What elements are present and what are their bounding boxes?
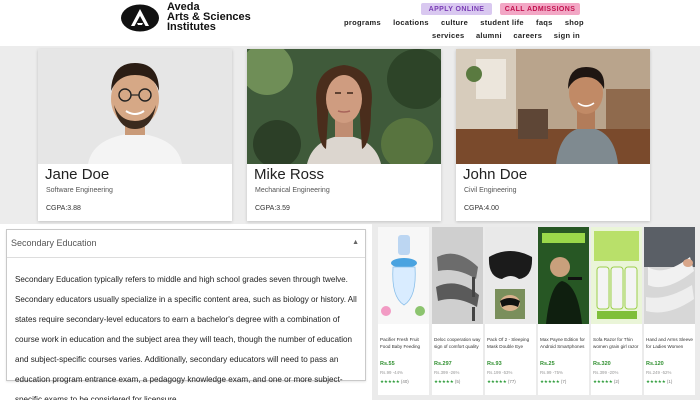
product-old-price: Rs.199 -53%	[487, 370, 513, 375]
rating-stars-icon: ★★★★★	[434, 379, 454, 384]
student-department: Software Engineering	[46, 187, 113, 194]
student-gpa: CGPA:4.00	[464, 205, 499, 212]
nav-sign-in[interactable]: sign in	[554, 31, 580, 40]
product-rating: ★★★★★ (7)	[540, 379, 566, 385]
student-gpa: CGPA:3.59	[255, 205, 290, 212]
nav-shop[interactable]: shop	[565, 18, 584, 27]
rating-count: (1)	[666, 379, 673, 384]
product-old-price: Rs.99 -44%	[380, 370, 403, 375]
product-rating: ★★★★★ (2)	[593, 379, 619, 385]
student-department: Mechanical Engineering	[255, 187, 330, 194]
aveda-logo-icon[interactable]	[120, 4, 160, 32]
accordion-body-text: Secondary Education typically refers to …	[15, 275, 357, 400]
student-photo	[456, 49, 650, 164]
product-price: Rs.93	[487, 361, 502, 367]
product-card[interactable]: Deloc cooperation way sign of comfort qu…	[432, 227, 483, 395]
brand-line-3: Institutes	[167, 21, 216, 33]
rating-count: (77)	[507, 379, 516, 384]
product-title: Pacifier Fresh Fruit Food Baby Feeding S…	[380, 337, 421, 349]
product-card[interactable]: Max Payne Edition for Android Smartphone…	[538, 227, 589, 395]
secondary-nav: services alumni careers sign in	[432, 31, 580, 40]
product-price: Rs.120	[646, 361, 664, 367]
rating-count: (7)	[560, 379, 567, 384]
caret-up-icon[interactable]: ▲	[352, 239, 359, 246]
product-rating: ★★★★★ (5)	[434, 379, 460, 385]
rating-count: (40)	[400, 379, 409, 384]
product-price: Rs.25	[540, 361, 555, 367]
student-photo	[247, 49, 441, 164]
student-name: John Doe	[463, 166, 528, 183]
secondary-education-accordion: Secondary Education ▲ Secondary Educatio…	[6, 229, 366, 400]
primary-nav: programs locations culture student life …	[344, 18, 584, 27]
student-card[interactable]: John Doe Civil Engineering CGPA:4.00	[456, 49, 650, 221]
site-header: Aveda Arts & Sciences Institutes APPLY O…	[0, 0, 700, 46]
apply-online-button[interactable]: APPLY ONLINE	[421, 3, 492, 15]
student-card[interactable]: Jane Doe Software Engineering CGPA:3.88	[38, 49, 232, 221]
product-card[interactable]: Hand and Arms Sleeve for Ladies Women Wa…	[644, 227, 695, 395]
product-rating: ★★★★★ (1)	[646, 379, 672, 385]
pacifier-product-image	[378, 227, 429, 324]
product-old-price: Rs.399 -26%	[434, 370, 460, 375]
product-card[interactable]: Pacifier Fresh Fruit Food Baby Feeding S…	[378, 227, 429, 395]
product-title: Deloc cooperation way sign of comfort qu…	[434, 337, 481, 349]
accordion-title: Secondary Education	[11, 238, 97, 248]
product-title: Sofa Razor for Thin women grain girl raz…	[593, 337, 639, 349]
nav-faqs[interactable]: faqs	[536, 18, 553, 27]
product-title: Max Payne Edition for Android Smartphone…	[540, 337, 585, 349]
student-photo	[38, 49, 232, 164]
product-card[interactable]: Pack Of 2 - Sleeping Mask Double Eye Sha…	[485, 227, 536, 395]
rating-stars-icon: ★★★★★	[593, 379, 613, 384]
heels-product-image	[432, 227, 483, 324]
game-product-image	[538, 227, 589, 324]
rating-stars-icon: ★★★★★	[380, 379, 400, 384]
arm-sleeves-product-image	[644, 227, 695, 324]
rating-stars-icon: ★★★★★	[646, 379, 666, 384]
nav-services[interactable]: services	[432, 31, 464, 40]
product-rating: ★★★★★ (40)	[380, 379, 409, 385]
rating-stars-icon: ★★★★★	[487, 379, 507, 384]
product-title: Hand and Arms Sleeve for Ladies Women Wa…	[646, 337, 693, 349]
nav-student-life[interactable]: student life	[480, 18, 524, 27]
student-department: Civil Engineering	[464, 187, 517, 194]
product-card[interactable]: Sofa Razor for Thin women grain girl raz…	[591, 227, 642, 395]
product-title: Pack Of 2 - Sleeping Mask Double Eye Sha…	[487, 337, 530, 349]
product-price: Rs.320	[593, 361, 611, 367]
nav-careers[interactable]: careers	[513, 31, 542, 40]
call-admissions-button[interactable]: CALL ADMISSIONS	[500, 3, 580, 15]
product-strip: Pacifier Fresh Fruit Food Baby Feeding S…	[372, 224, 700, 400]
rating-stars-icon: ★★★★★	[540, 379, 560, 384]
brand-wordmark[interactable]: Aveda Arts & Sciences Institutes	[167, 2, 251, 33]
product-price: Rs.55	[380, 361, 395, 367]
student-gpa: CGPA:3.88	[46, 205, 81, 212]
student-card[interactable]: Mike Ross Mechanical Engineering CGPA:3.…	[247, 49, 441, 221]
student-name: Mike Ross	[254, 166, 325, 183]
product-old-price: Rs.99 -75%	[540, 370, 563, 375]
nav-alumni[interactable]: alumni	[476, 31, 502, 40]
nav-locations[interactable]: locations	[393, 18, 429, 27]
product-old-price: Rs.399 -20%	[593, 370, 619, 375]
student-name: Jane Doe	[45, 166, 110, 183]
student-cards-section: Jane Doe Software Engineering CGPA:3.88 …	[0, 46, 700, 224]
sleep-mask-product-image	[485, 227, 536, 324]
razor-product-image	[591, 227, 642, 324]
product-rating: ★★★★★ (77)	[487, 379, 516, 385]
nav-culture[interactable]: culture	[441, 18, 468, 27]
nav-programs[interactable]: programs	[344, 18, 381, 27]
product-price: Rs.297	[434, 361, 452, 367]
rating-count: (2)	[613, 379, 620, 384]
rating-count: (5)	[454, 379, 461, 384]
product-old-price: Rs.249 -52%	[646, 370, 672, 375]
accordion-header[interactable]: Secondary Education ▲	[7, 230, 365, 258]
